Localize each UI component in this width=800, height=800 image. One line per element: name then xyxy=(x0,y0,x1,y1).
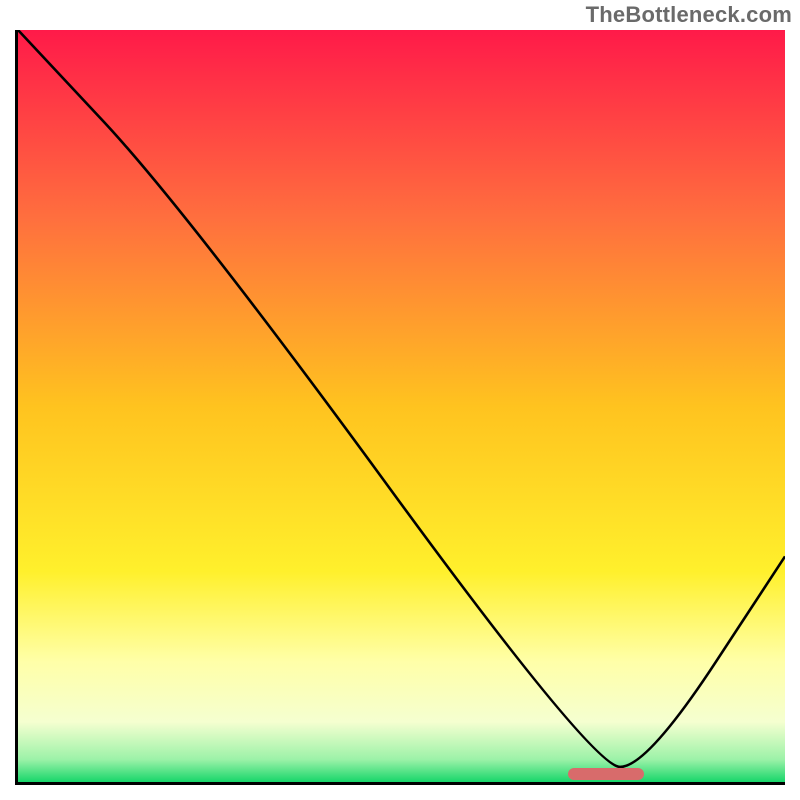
chart-canvas: TheBottleneck.com xyxy=(0,0,800,800)
attribution-label: TheBottleneck.com xyxy=(586,2,792,28)
bottleneck-curve xyxy=(18,30,785,782)
plot-area xyxy=(15,30,785,785)
optimum-range-marker xyxy=(568,768,644,780)
